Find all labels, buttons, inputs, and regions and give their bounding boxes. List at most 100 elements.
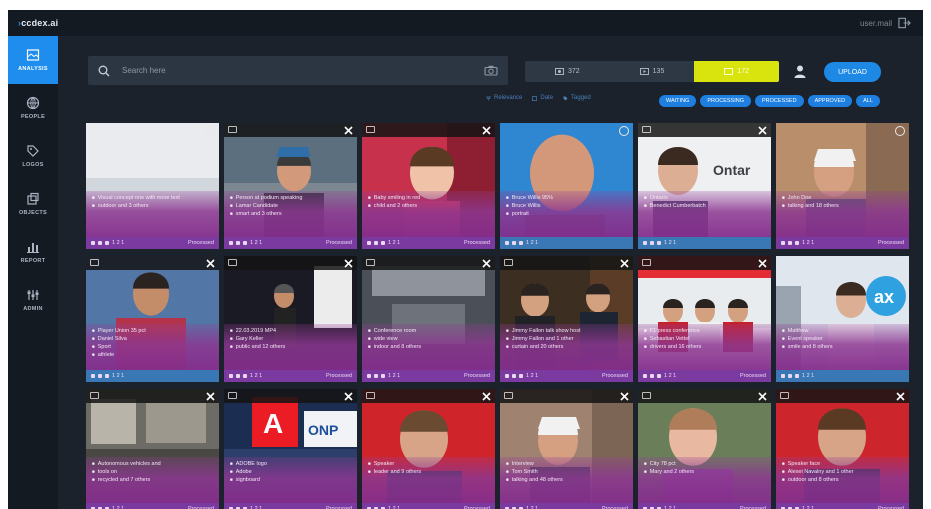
sidebar-item-admin[interactable]: ADMIN bbox=[8, 276, 58, 324]
card-stats: 1 2 1 bbox=[91, 373, 124, 379]
logout-icon[interactable] bbox=[898, 17, 911, 29]
media-card[interactable]: Person at podium speakingLamar Candidate… bbox=[224, 123, 357, 249]
media-card[interactable]: Player Union 35 pctDaniel SilvaSportathl… bbox=[86, 256, 219, 382]
people-count-icon bbox=[643, 241, 647, 245]
sort-date[interactable]: Date bbox=[532, 95, 553, 101]
card-header-bar bbox=[362, 123, 495, 137]
people-count-icon bbox=[229, 241, 233, 245]
media-card[interactable]: John Doetalking and 18 others 1 2 1 Proces… bbox=[776, 123, 909, 249]
media-card[interactable]: Autonomous vehicles andtools onrecycled … bbox=[86, 389, 219, 509]
sidebar: ANALYSIS PEOPLE LOGOS OBJECTS REPORT ADM… bbox=[8, 36, 58, 509]
media-card[interactable]: Speakerleader and 9 others1 2 1Processed bbox=[362, 389, 495, 509]
close-icon[interactable] bbox=[344, 259, 353, 268]
card-header-bar bbox=[500, 389, 633, 403]
chip-processing[interactable]: PROCESSING bbox=[700, 95, 752, 107]
card-info-overlay: City 78 pctMary and 2 others bbox=[638, 457, 771, 503]
card-type-icon bbox=[504, 392, 513, 399]
filter-videos[interactable]: 135 bbox=[610, 61, 695, 82]
close-icon[interactable] bbox=[758, 259, 767, 268]
card-meta-line: Mary and 2 others bbox=[644, 468, 765, 476]
close-icon[interactable] bbox=[206, 392, 215, 401]
sidebar-item-analysis[interactable]: ANALYSIS bbox=[8, 36, 58, 84]
sort-relevance[interactable]: Relevance bbox=[486, 95, 522, 101]
card-type-icon bbox=[780, 392, 789, 399]
media-card[interactable]: InterviewTom Smithtalking and 48 others1… bbox=[500, 389, 633, 509]
card-meta-line: Player Union 35 pct bbox=[92, 327, 213, 335]
card-meta-line: Autonomous vehicles and bbox=[92, 460, 213, 468]
sidebar-item-logos[interactable]: LOGOS bbox=[8, 132, 58, 180]
close-icon[interactable] bbox=[206, 259, 215, 268]
card-stat-values: 1 2 1 bbox=[250, 373, 263, 379]
person-icon[interactable] bbox=[793, 64, 807, 79]
sidebar-item-objects[interactable]: OBJECTS bbox=[8, 180, 58, 228]
chip-approved[interactable]: APPROVED bbox=[807, 95, 853, 107]
chip-waiting[interactable]: WAITING bbox=[659, 95, 697, 107]
chip-all[interactable]: ALL bbox=[856, 95, 880, 107]
card-type-icon bbox=[642, 259, 651, 266]
card-type-icon bbox=[642, 392, 651, 399]
admin-icon bbox=[27, 290, 39, 300]
media-card[interactable]: Baby smiling in redchild and 2 others1 2… bbox=[362, 123, 495, 249]
app-logo[interactable]: ›ccdex.ai bbox=[18, 18, 58, 28]
media-card[interactable]: AONPADOBE logoAdobesignboard1 2 1Process… bbox=[224, 389, 357, 509]
people-count-icon bbox=[91, 374, 95, 378]
select-checkbox[interactable] bbox=[895, 259, 905, 269]
card-meta-line: smile and 8 others bbox=[782, 343, 903, 351]
logo-count-icon bbox=[374, 374, 378, 378]
card-info-overlay: F1 press conferenceSebastian Vetteldrive… bbox=[638, 324, 771, 370]
select-checkbox[interactable] bbox=[619, 126, 629, 136]
card-stat-values: 1 2 1 bbox=[388, 373, 401, 379]
card-type-icon bbox=[366, 126, 375, 133]
object-count-icon bbox=[105, 374, 109, 378]
sidebar-item-report[interactable]: REPORT bbox=[8, 228, 58, 276]
media-card[interactable]: 22.03.2019 MP4Gary Kellerpublic and 12 o… bbox=[224, 256, 357, 382]
close-icon[interactable] bbox=[344, 126, 353, 135]
media-card[interactable]: Visual concept one with more textoutdoor… bbox=[86, 123, 219, 249]
media-card[interactable]: Jimmy Fallon talk show hostJimmy Fallon … bbox=[500, 256, 633, 382]
media-card[interactable]: Speaker faceAlexei Navalny and 1 otherou… bbox=[776, 389, 909, 509]
sidebar-item-label: ANALYSIS bbox=[18, 66, 48, 72]
search-input[interactable] bbox=[122, 66, 472, 75]
close-icon[interactable] bbox=[758, 392, 767, 401]
card-stat-values: 1 2 1 bbox=[250, 240, 263, 246]
object-count-icon bbox=[795, 241, 799, 245]
select-checkbox[interactable] bbox=[205, 126, 215, 136]
sidebar-item-people[interactable]: PEOPLE bbox=[8, 84, 58, 132]
card-meta-line: Daniel Silva bbox=[92, 335, 213, 343]
media-card[interactable]: ax MatthewEvent speakersmile and 8 others… bbox=[776, 256, 909, 382]
sort-tagged[interactable]: Tagged bbox=[563, 95, 591, 101]
close-icon[interactable] bbox=[482, 392, 491, 401]
filter-audio[interactable]: 172 bbox=[694, 61, 779, 82]
card-header-bar bbox=[362, 389, 495, 403]
close-icon[interactable] bbox=[896, 392, 905, 401]
sidebar-item-label: REPORT bbox=[20, 258, 46, 264]
media-card[interactable]: City 78 pctMary and 2 others1 2 1Process… bbox=[638, 389, 771, 509]
close-icon[interactable] bbox=[620, 392, 629, 401]
media-card[interactable]: Ontar OntarioBenedict Cumberbatch 1 2 1 bbox=[638, 123, 771, 249]
filter-images[interactable]: 372 bbox=[525, 61, 610, 82]
media-card[interactable]: F1 press conferenceSebastian Vetteldrive… bbox=[638, 256, 771, 382]
people-count-icon bbox=[91, 241, 95, 245]
close-icon[interactable] bbox=[482, 126, 491, 135]
close-icon[interactable] bbox=[482, 259, 491, 268]
card-stat-values: 1 2 1 bbox=[664, 373, 677, 379]
select-checkbox[interactable] bbox=[895, 126, 905, 136]
card-meta-line: curtain and 20 others bbox=[506, 343, 627, 351]
close-icon[interactable] bbox=[344, 392, 353, 401]
close-icon[interactable] bbox=[620, 259, 629, 268]
audio-icon bbox=[724, 68, 734, 75]
upload-button[interactable]: UPLOAD bbox=[824, 62, 881, 82]
card-info-overlay: Player Union 35 pctDaniel SilvaSportathl… bbox=[86, 324, 219, 370]
media-card[interactable]: Bruce Willis 95%Bruce Willisportrait 1 2 … bbox=[500, 123, 633, 249]
camera-icon[interactable] bbox=[484, 65, 498, 76]
card-stats: 1 2 1 bbox=[781, 373, 814, 379]
card-meta-line: Matthew bbox=[782, 327, 903, 335]
close-icon[interactable] bbox=[758, 126, 767, 135]
card-header-bar bbox=[362, 256, 495, 270]
chip-processed[interactable]: PROCESSED bbox=[755, 95, 804, 107]
card-meta-line: leader and 9 others bbox=[368, 468, 489, 476]
people-count-icon bbox=[367, 374, 371, 378]
media-card[interactable]: Conference roomwide viewindoor and 8 oth… bbox=[362, 256, 495, 382]
card-type-icon bbox=[90, 392, 99, 399]
card-header-bar bbox=[224, 389, 357, 403]
